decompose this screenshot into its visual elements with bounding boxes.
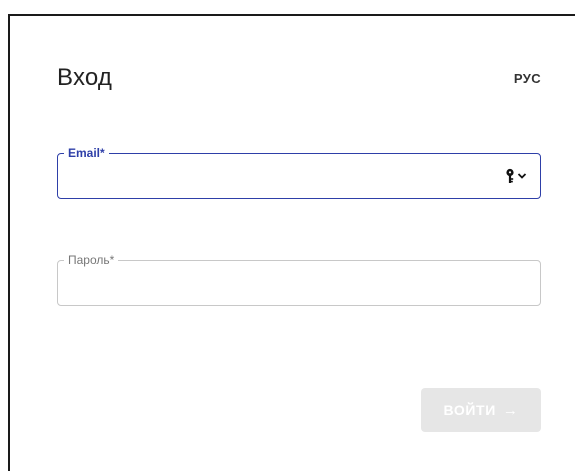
login-button[interactable]: ВОЙТИ → (421, 388, 541, 432)
login-page: Вход РУС Email* Пароль* ВОЙТИ → (0, 0, 575, 471)
login-button-label: ВОЙТИ (443, 402, 496, 418)
chevron-down-icon (517, 173, 527, 179)
password-input[interactable] (68, 271, 492, 297)
page-title: Вход (57, 64, 113, 91)
email-field[interactable]: Email* (57, 145, 541, 199)
password-field[interactable]: Пароль* (57, 252, 541, 306)
email-input[interactable] (68, 164, 492, 190)
key-icon (506, 168, 514, 183)
arrow-right-icon: → (502, 401, 519, 419)
password-label: Пароль* (64, 252, 119, 268)
password-manager-toggle[interactable] (505, 167, 529, 185)
email-label: Email* (64, 145, 109, 161)
language-switcher[interactable]: РУС (514, 71, 541, 86)
